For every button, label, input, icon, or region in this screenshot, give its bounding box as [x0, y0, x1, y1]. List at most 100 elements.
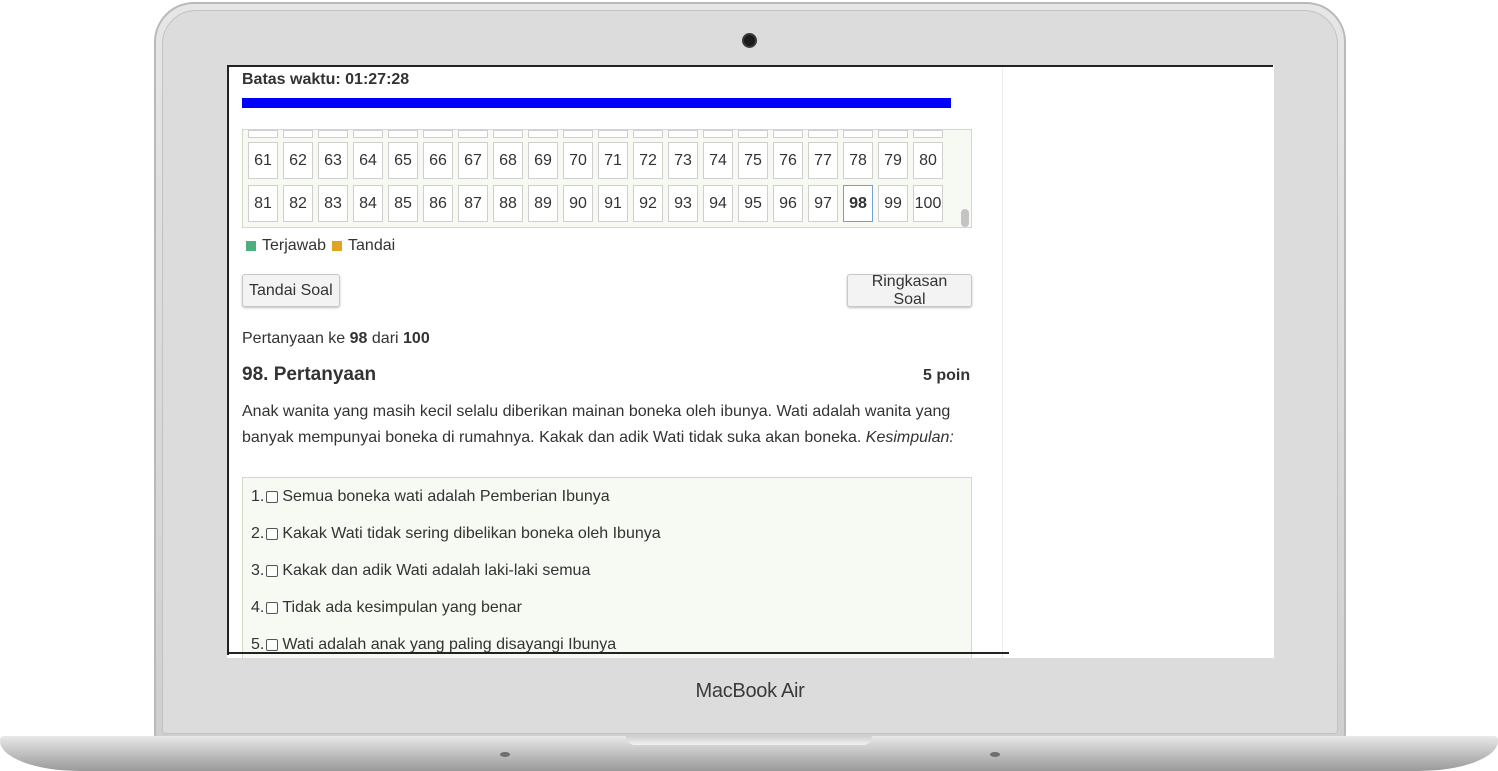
question-nav-cell[interactable]: 63: [318, 142, 348, 179]
question-nav-row-partial: [248, 130, 948, 138]
question-nav-cell[interactable]: [423, 130, 453, 138]
question-nav-cell[interactable]: 76: [773, 142, 803, 179]
question-nav-cell[interactable]: 79: [878, 142, 908, 179]
question-nav-cell[interactable]: 81: [248, 185, 278, 222]
question-nav-cell[interactable]: 78: [843, 142, 873, 179]
timer-progress-fill: [242, 98, 951, 108]
question-nav-cell[interactable]: [633, 130, 663, 138]
counter-current: 98: [349, 330, 368, 347]
question-nav-cell[interactable]: 82: [283, 185, 313, 222]
question-nav-cell[interactable]: 85: [388, 185, 418, 222]
question-nav-cell[interactable]: [493, 130, 523, 138]
answer-option-text: Kakak Wati tidak sering dibelikan boneka…: [282, 525, 661, 542]
answer-option-text: Semua boneka wati adalah Pemberian Ibuny…: [282, 488, 610, 505]
question-nav-cell[interactable]: [843, 130, 873, 138]
answer-option-text: Tidak ada kesimpulan yang benar: [282, 599, 522, 616]
question-nav-cell[interactable]: [773, 130, 803, 138]
answer-checkbox[interactable]: [266, 639, 279, 651]
question-nav-cell[interactable]: 62: [283, 142, 313, 179]
screen-edge: [227, 652, 1009, 654]
question-title: 98. Pertanyaan: [242, 364, 377, 385]
answer-option-text: Kakak dan adik Wati adalah laki-laki sem…: [282, 562, 591, 579]
question-nav-cell[interactable]: 64: [353, 142, 383, 179]
question-nav-cell[interactable]: 61: [248, 142, 278, 179]
counter-middle: dari: [371, 330, 399, 347]
side-panel: [1002, 65, 1274, 658]
question-nav-cell[interactable]: 92: [633, 185, 663, 222]
question-nav-cell[interactable]: 97: [808, 185, 838, 222]
question-nav-cell[interactable]: [738, 130, 768, 138]
answer-checkbox[interactable]: [266, 565, 279, 577]
question-nav-cell[interactable]: 71: [598, 142, 628, 179]
answer-option-number: 4.: [251, 599, 265, 616]
question-nav-cell[interactable]: 94: [703, 185, 733, 222]
question-nav-cell[interactable]: [808, 130, 838, 138]
question-nav-cell[interactable]: 100: [913, 185, 943, 222]
question-nav-cell[interactable]: 90: [563, 185, 593, 222]
timer-label: Batas waktu: 01:27:28: [242, 71, 410, 88]
screen-edge: [227, 65, 1273, 67]
legend-flagged-label: Tandai: [348, 237, 396, 254]
question-nav-cell[interactable]: [388, 130, 418, 138]
question-nav-cell[interactable]: 66: [423, 142, 453, 179]
nav-scrollbar-thumb[interactable]: [961, 209, 969, 227]
question-nav-cell[interactable]: 72: [633, 142, 663, 179]
question-nav-cell[interactable]: 95: [738, 185, 768, 222]
question-nav-cell[interactable]: [913, 130, 943, 138]
answer-options: 1. Semua boneka wati adalah Pemberian Ibu…: [242, 477, 972, 658]
answer-option[interactable]: 4. Tidak ada kesimpulan yang benar: [251, 599, 522, 617]
question-nav-cell[interactable]: 83: [318, 185, 348, 222]
answer-option[interactable]: 2. Kakak Wati tidak sering dibelikan bone…: [251, 525, 661, 543]
legend-flagged: Tandai: [332, 237, 395, 255]
status-legend: Terjawab Tandai: [246, 237, 401, 255]
question-summary-button[interactable]: Ringkasan Soal: [847, 273, 972, 308]
question-nav-cell-current[interactable]: 98: [843, 185, 873, 222]
question-nav-cell[interactable]: [703, 130, 733, 138]
question-nav-cell[interactable]: 73: [668, 142, 698, 179]
question-nav-cell[interactable]: [878, 130, 908, 138]
mark-question-button[interactable]: Tandai Soal: [242, 274, 340, 307]
question-nav-cell[interactable]: 74: [703, 142, 733, 179]
question-nav-cell[interactable]: [248, 130, 278, 138]
question-body: Anak wanita yang masih kecil selalu dibe…: [242, 403, 951, 446]
question-nav-cell[interactable]: [668, 130, 698, 138]
answer-option[interactable]: 3. Kakak dan adik Wati adalah laki-laki s…: [251, 562, 590, 580]
question-nav-cell[interactable]: 69: [528, 142, 558, 179]
question-nav-cell[interactable]: 65: [388, 142, 418, 179]
question-text: Anak wanita yang masih kecil selalu dibe…: [242, 399, 977, 451]
question-nav-cell[interactable]: 99: [878, 185, 908, 222]
question-nav-cell[interactable]: [563, 130, 593, 138]
question-nav-cell[interactable]: 70: [563, 142, 593, 179]
question-nav-cell[interactable]: 96: [773, 185, 803, 222]
question-nav-cell[interactable]: [283, 130, 313, 138]
answer-checkbox[interactable]: [266, 602, 279, 614]
question-nav-cell[interactable]: [528, 130, 558, 138]
question-nav-cell[interactable]: 91: [598, 185, 628, 222]
device-brand-label: MacBook Air: [695, 680, 805, 702]
question-nav-cell[interactable]: [318, 130, 348, 138]
question-nav-cell[interactable]: 67: [458, 142, 488, 179]
question-nav-cell[interactable]: 77: [808, 142, 838, 179]
question-nav-cell[interactable]: 80: [913, 142, 943, 179]
question-nav-cell[interactable]: 88: [493, 185, 523, 222]
question-nav-cell[interactable]: [458, 130, 488, 138]
answer-option[interactable]: 1. Semua boneka wati adalah Pemberian Ibu…: [251, 488, 610, 506]
legend-answered: Terjawab: [246, 237, 326, 255]
answer-checkbox[interactable]: [266, 528, 279, 540]
question-nav-cell[interactable]: 89: [528, 185, 558, 222]
question-nav-cell[interactable]: [598, 130, 628, 138]
laptop-foot: [500, 752, 510, 757]
question-nav-cell[interactable]: 68: [493, 142, 523, 179]
question-nav-cell[interactable]: 86: [423, 185, 453, 222]
question-nav-cell[interactable]: 84: [353, 185, 383, 222]
question-nav-cell[interactable]: 75: [738, 142, 768, 179]
question-nav-cell[interactable]: 93: [668, 185, 698, 222]
question-nav-cell[interactable]: 87: [458, 185, 488, 222]
screen-edge: [227, 65, 229, 655]
answer-checkbox[interactable]: [266, 491, 279, 503]
question-conclusion-label: Kesimpulan:: [865, 429, 954, 446]
question-navigation-grid[interactable]: 61 62 63 64 65 66 67 68 69 70 71 72 73 74 75 76 77 78 79 80…: [242, 129, 972, 228]
question-nav-cell[interactable]: [353, 130, 383, 138]
camera-icon: [742, 33, 757, 48]
flagged-square-icon: [332, 241, 343, 251]
